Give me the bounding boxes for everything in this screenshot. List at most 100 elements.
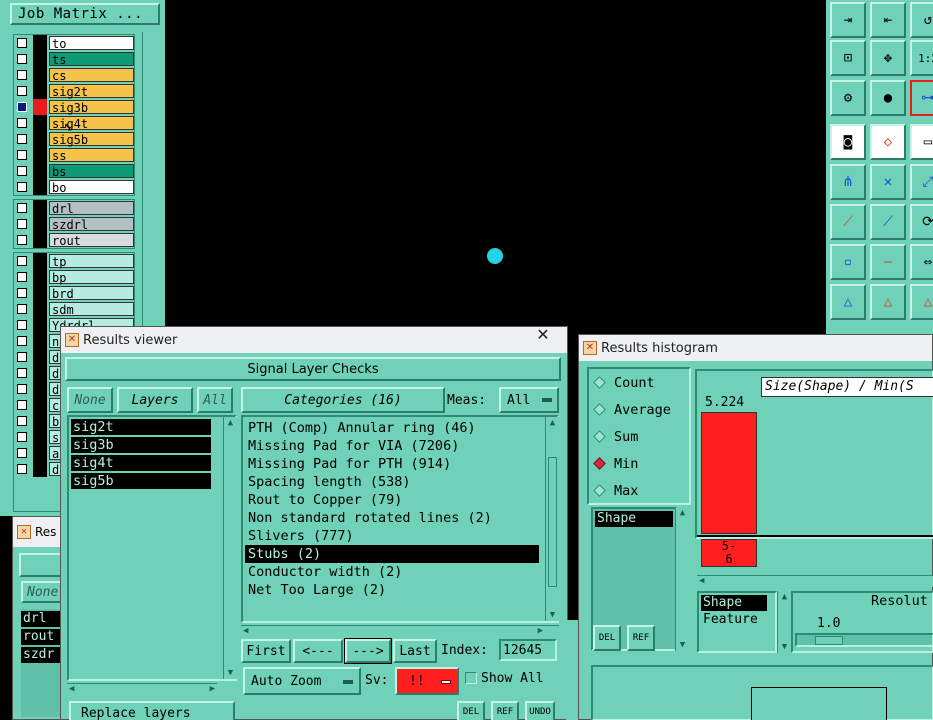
histogram-bar[interactable]: [701, 412, 757, 534]
layer-row[interactable]: bp: [14, 269, 134, 285]
feature-dot[interactable]: [487, 248, 503, 264]
canvas-area[interactable]: [165, 0, 826, 326]
layer-row[interactable]: tp: [14, 253, 134, 269]
layer-row[interactable]: ss: [14, 147, 134, 163]
mode-radio-count[interactable]: Count: [589, 369, 689, 396]
shape-icon[interactable]: ◇: [870, 124, 906, 160]
layer-checkbox[interactable]: [17, 150, 27, 160]
layer-checkbox[interactable]: [17, 70, 27, 80]
resolution-slider-thumb[interactable]: [815, 636, 843, 645]
sf-scroll-down-icon[interactable]: ▼: [778, 641, 791, 653]
layer-affected-indicator[interactable]: [33, 147, 47, 163]
close-icon[interactable]: ✕: [531, 325, 555, 345]
layer-affected-indicator[interactable]: [33, 115, 47, 131]
last-button[interactable]: Last: [393, 639, 437, 663]
layer-affected-indicator[interactable]: [33, 35, 47, 51]
scroll-up-icon[interactable]: ▲: [224, 417, 237, 429]
ref-button[interactable]: REF: [491, 701, 519, 720]
layer-checkbox[interactable]: [17, 288, 27, 298]
category-item[interactable]: Missing Pad for VIA (7206): [245, 437, 557, 455]
layer-checkbox[interactable]: [17, 320, 27, 330]
sf-scroll-up-icon[interactable]: ▲: [778, 591, 791, 603]
radio-diamond-icon[interactable]: [593, 376, 606, 389]
connect-icon[interactable]: ⋔: [830, 164, 866, 200]
category-item[interactable]: Slivers (777): [245, 527, 557, 545]
hline-icon[interactable]: —: [870, 244, 906, 280]
layer-name[interactable]: tp: [49, 254, 134, 269]
radio-diamond-icon[interactable]: [593, 457, 606, 470]
layer-affected-indicator[interactable]: [33, 67, 47, 83]
del-button[interactable]: DEL: [457, 701, 485, 720]
signal-layer-checks-header[interactable]: Signal Layer Checks: [65, 357, 561, 381]
layer-checkbox[interactable]: [17, 118, 27, 128]
layer-row[interactable]: drl: [14, 200, 134, 216]
net-icon[interactable]: ⊶: [910, 80, 933, 116]
move-icon[interactable]: ⇔: [910, 244, 933, 280]
layer-affected-indicator[interactable]: [33, 301, 47, 317]
layer-affected-indicator[interactable]: [33, 83, 47, 99]
layer-name[interactable]: bo: [49, 180, 134, 195]
triangle-icon[interactable]: △: [830, 284, 866, 320]
layer-affected-indicator[interactable]: [33, 232, 47, 248]
layer-checkbox[interactable]: [17, 86, 27, 96]
chart-scroll-left-icon[interactable]: ◀: [699, 575, 704, 587]
scroll-down-icon[interactable]: ▼: [224, 667, 237, 679]
category-item[interactable]: Non standard rotated lines (2): [245, 509, 557, 527]
radio-diamond-icon[interactable]: [593, 403, 606, 416]
mode-radio-max[interactable]: Max: [589, 477, 689, 504]
layers-button[interactable]: Layers: [117, 387, 193, 413]
layer-affected-indicator[interactable]: [33, 216, 47, 232]
layer-list-hscroll[interactable]: ◀ ▶: [67, 683, 217, 695]
layer-row[interactable]: brd: [14, 285, 134, 301]
layer-name[interactable]: brd: [49, 286, 134, 301]
layer-row[interactable]: sdm: [14, 301, 134, 317]
layer-name[interactable]: to: [49, 36, 134, 51]
layer-list-item[interactable]: sig5b: [71, 473, 211, 489]
radio-diamond-icon[interactable]: [593, 430, 606, 443]
layer-row[interactable]: bo: [14, 179, 134, 195]
layer-checkbox[interactable]: [17, 54, 27, 64]
layer-name[interactable]: sdm: [49, 302, 134, 317]
layer-checkbox[interactable]: [17, 38, 27, 48]
layer-name[interactable]: sig2t: [49, 84, 134, 99]
layer-row[interactable]: to: [14, 35, 134, 51]
layer-affected-indicator[interactable]: [33, 333, 47, 349]
mode-radio-min[interactable]: Min: [589, 450, 689, 477]
layer-list[interactable]: sig2t sig3b sig4t sig5b: [67, 415, 237, 681]
layer-affected-indicator[interactable]: [33, 365, 47, 381]
layer-affected-indicator[interactable]: [33, 285, 47, 301]
undo-icon[interactable]: ↺: [910, 2, 933, 38]
layer-affected-indicator[interactable]: [33, 461, 47, 477]
import-icon[interactable]: ⇥: [830, 2, 866, 38]
category-item[interactable]: Net Too Large (2): [245, 581, 557, 599]
layer-affected-indicator[interactable]: [33, 349, 47, 365]
cat-scroll-thumb[interactable]: [548, 457, 557, 587]
layer-affected-indicator[interactable]: [33, 253, 47, 269]
hist-ref-button[interactable]: REF: [627, 625, 655, 651]
scale-icon[interactable]: 1:2: [910, 40, 933, 76]
layers-none-button[interactable]: None: [67, 387, 113, 413]
layer-name[interactable]: sig4t: [49, 116, 134, 131]
layer-checkbox[interactable]: [17, 384, 27, 394]
scroll-left-icon[interactable]: ◀: [69, 683, 74, 695]
layer-affected-indicator[interactable]: [33, 445, 47, 461]
layer-row[interactable]: sig2t: [14, 83, 134, 99]
layer-checkbox[interactable]: [17, 304, 27, 314]
shape-feature-list[interactable]: Shape Feature: [697, 591, 777, 653]
cat-scroll-left-icon[interactable]: ◀: [243, 625, 248, 637]
layer-list-item[interactable]: sig4t: [71, 455, 211, 471]
index-input[interactable]: [499, 639, 557, 661]
layer-affected-indicator[interactable]: [33, 200, 47, 216]
layer-checkbox[interactable]: [17, 219, 27, 229]
feature-item[interactable]: Feature: [701, 611, 773, 629]
replace-layers-dropdown[interactable]: Replace layers: [69, 701, 235, 720]
layer-affected-indicator[interactable]: [33, 413, 47, 429]
results-viewer-titlebar[interactable]: ✕ Results viewer: [61, 327, 567, 353]
layer-checkbox[interactable]: [17, 400, 27, 410]
layer-name[interactable]: rout: [49, 233, 134, 248]
prev-button[interactable]: <---: [293, 639, 343, 663]
layer-name[interactable]: sig5b: [49, 132, 134, 147]
layer-name[interactable]: szdrl: [49, 217, 134, 232]
layer-checkbox[interactable]: [17, 416, 27, 426]
hist-scroll-up-icon[interactable]: ▲: [676, 507, 689, 519]
